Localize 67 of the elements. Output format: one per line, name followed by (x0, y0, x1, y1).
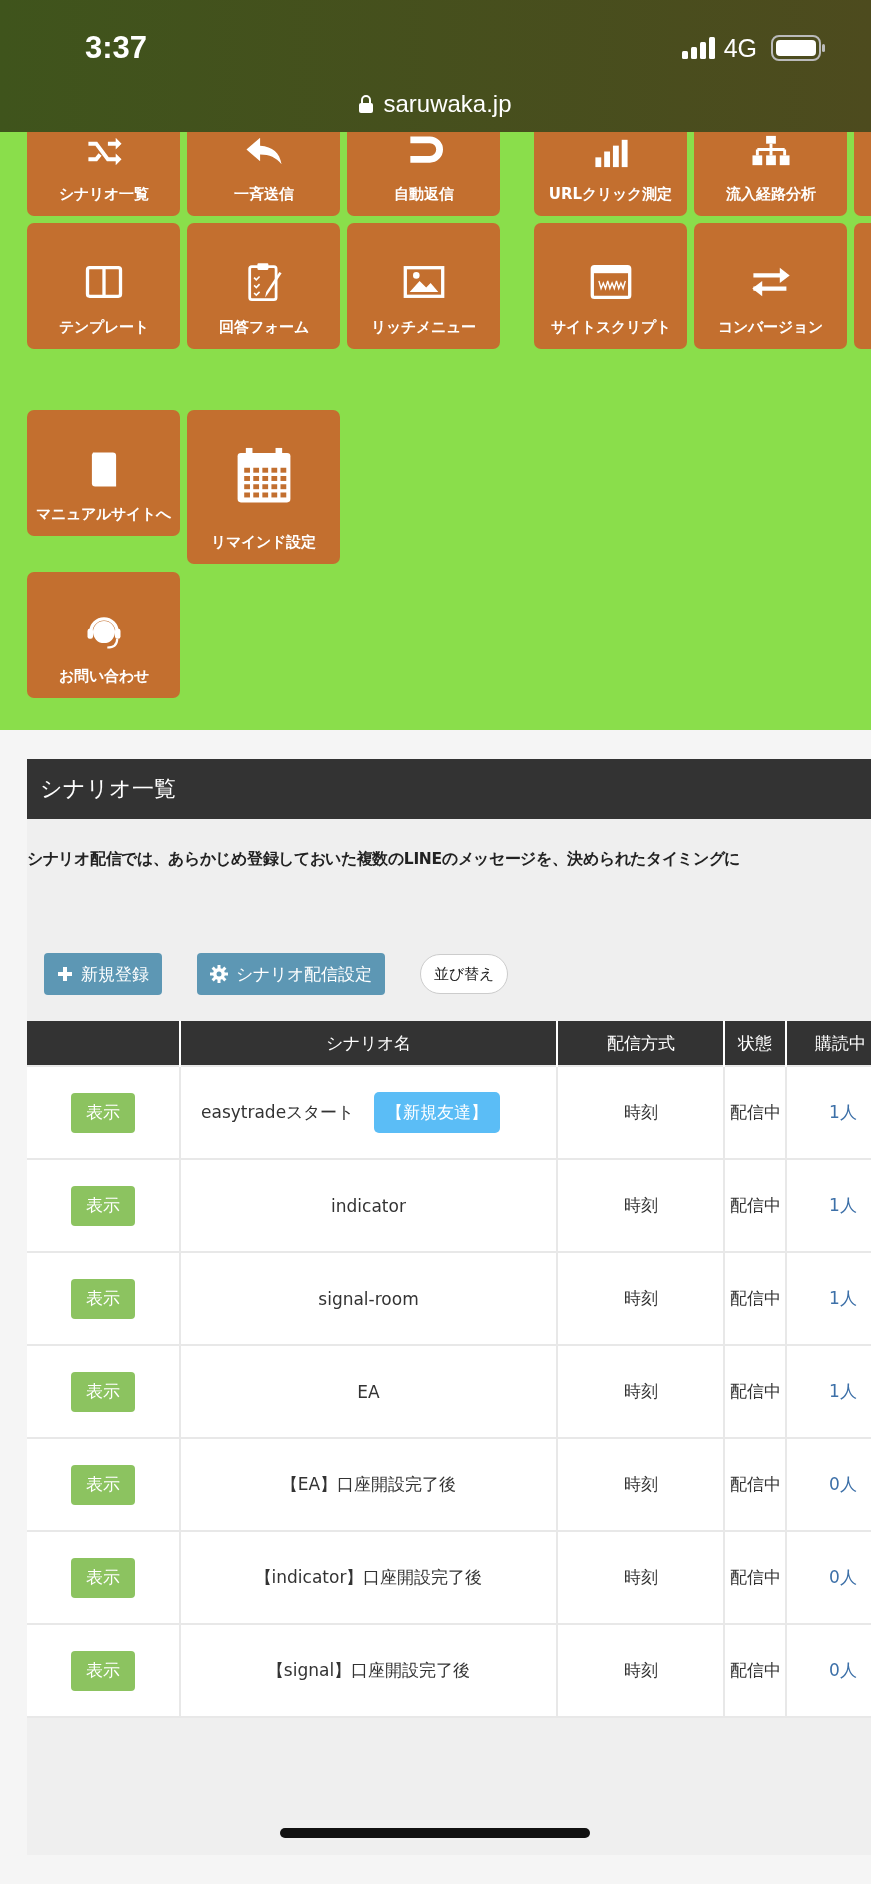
scenario-name: 【indicator】口座開設完了後 (180, 1531, 557, 1624)
menu-tile[interactable]: 流入経路分析 (694, 132, 847, 216)
table-cell: 時刻 (557, 1252, 724, 1345)
clock-time: 3:37 (85, 30, 148, 66)
column-header: 配信方式 (557, 1021, 724, 1066)
view-button[interactable]: 表示 (71, 1557, 135, 1598)
table-cell: 時刻 (557, 1345, 724, 1438)
menu-tile[interactable]: サイトスクリプト (534, 223, 687, 349)
menu-tile[interactable]: 一斉送信 (187, 132, 340, 216)
view-button[interactable]: 表示 (71, 1278, 135, 1319)
table-cell: 配信中 (724, 1438, 786, 1531)
menu-tile[interactable]: 自動返信 (347, 132, 500, 216)
menu-tile[interactable]: お問い合わせ (27, 572, 180, 698)
table-cell: 時刻 (557, 1438, 724, 1531)
settings-icon (210, 965, 228, 983)
subscriber-link[interactable]: 1人 (829, 1195, 857, 1215)
subscriber-link[interactable]: 1人 (829, 1288, 857, 1308)
view-button[interactable]: 表示 (71, 1371, 135, 1412)
lock-icon (359, 95, 374, 113)
view-button[interactable]: 表示 (71, 1185, 135, 1226)
table-cell: 時刻 (557, 1531, 724, 1624)
subscriber-link[interactable]: 0人 (829, 1567, 857, 1587)
menu-tile[interactable]: マニュアルサイトへ (27, 410, 180, 536)
scenario-name: 【signal】口座開設完了後 (180, 1624, 557, 1717)
table-cell: 時刻 (557, 1159, 724, 1252)
menu-tile[interactable]: テンプレート (27, 223, 180, 349)
column-header: 購読中 (786, 1021, 871, 1066)
url-bar[interactable]: saruwaka.jp (0, 90, 871, 118)
menu-tile[interactable]: URLクリック測定 (534, 132, 687, 216)
view-button[interactable]: 表示 (71, 1092, 135, 1133)
table-cell: 配信中 (724, 1624, 786, 1717)
panel-title: シナリオ一覧 (27, 759, 871, 819)
menu-tile[interactable]: シナリオ一覧 (27, 132, 180, 216)
table-cell: 配信中 (724, 1252, 786, 1345)
table-cell: 時刻 (557, 1066, 724, 1159)
column-header: 状態 (724, 1021, 786, 1066)
table-cell: 時刻 (557, 1624, 724, 1717)
new-button[interactable]: 新規登録 (44, 953, 162, 995)
subscriber-link[interactable]: 1人 (829, 1381, 857, 1401)
menu-tile[interactable]: リマインド設定 (187, 410, 340, 564)
scenario-name: signal-room (180, 1252, 557, 1345)
column-header: シナリオ名 (180, 1021, 557, 1066)
url-text: saruwaka.jp (383, 90, 512, 118)
subscriber-link[interactable]: 0人 (829, 1474, 857, 1494)
table-cell: 配信中 (724, 1159, 786, 1252)
scenario-name: indicator (180, 1159, 557, 1252)
subscriber-link[interactable]: 0人 (829, 1660, 857, 1680)
battery-icon (771, 35, 827, 61)
menu-tile[interactable]: リッチメニュー (347, 223, 500, 349)
table-cell: 配信中 (724, 1066, 786, 1159)
settings-button[interactable]: シナリオ配信設定 (197, 953, 385, 995)
scenario-name: easytradeスタート (201, 1102, 355, 1122)
table-cell: 配信中 (724, 1531, 786, 1624)
view-button[interactable]: 表示 (71, 1464, 135, 1505)
menu-tile[interactable]: 回答フォーム (187, 223, 340, 349)
view-button[interactable]: 表示 (71, 1650, 135, 1691)
signal-icon (681, 37, 716, 59)
description-text: シナリオ配信では、あらかじめ登録しておいた複数のLINEのメッセージを、決められたタイミングに (27, 849, 742, 870)
table-cell: 配信中 (724, 1345, 786, 1438)
tag-label: 【新規友達】 (374, 1092, 501, 1133)
network-label: 4G (723, 33, 757, 63)
scenario-name: EA (180, 1345, 557, 1438)
subscriber-link[interactable]: 1人 (829, 1102, 857, 1122)
plus-icon (57, 966, 73, 982)
scenario-name: 【EA】口座開設完了後 (180, 1438, 557, 1531)
sort-button[interactable]: 並び替え (420, 954, 508, 994)
menu-tile[interactable]: コンバージョン (694, 223, 847, 349)
